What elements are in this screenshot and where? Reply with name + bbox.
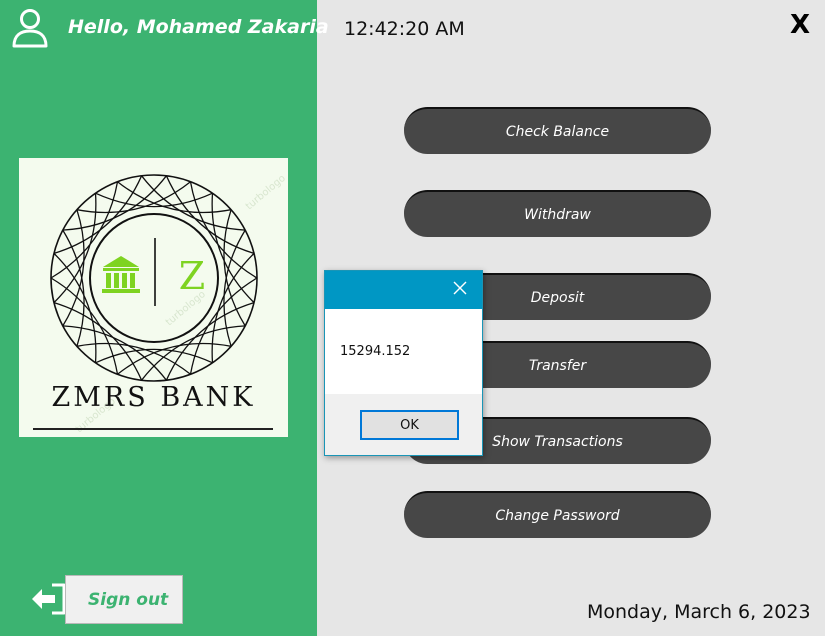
bank-logo: Z turbologo turbologo turbologo ZMRS BAN… [19, 158, 288, 437]
sign-out[interactable]: Sign out [30, 575, 183, 624]
logo-underline [33, 428, 273, 430]
close-icon[interactable]: X [790, 10, 810, 40]
bank-icon [102, 256, 140, 293]
user-icon [12, 9, 48, 48]
sidebar: Hello, Mohamed Zakaria Z turbologo turbo… [0, 0, 329, 636]
clock-time: 12:42:20 AM [344, 18, 465, 40]
dialog-titlebar[interactable] [325, 271, 482, 309]
current-date: Monday, March 6, 2023 [587, 601, 811, 623]
message-dialog: 15294.152 OK [324, 270, 483, 456]
bank-name: ZMRS BANK [51, 382, 256, 413]
change-password-button[interactable]: Change Password [404, 491, 711, 538]
close-icon[interactable] [452, 280, 468, 296]
watermark-text: turbologo [244, 173, 288, 212]
dialog-message: 15294.152 [340, 344, 411, 359]
check-balance-button[interactable]: Check Balance [404, 107, 711, 154]
greeting-label: Hello, Mohamed Zakaria [68, 16, 329, 38]
ok-button[interactable]: OK [360, 410, 459, 440]
withdraw-button[interactable]: Withdraw [404, 190, 711, 237]
sign-out-icon[interactable] [30, 581, 70, 617]
dialog-footer: OK [325, 394, 482, 455]
sign-out-button[interactable]: Sign out [65, 575, 183, 624]
